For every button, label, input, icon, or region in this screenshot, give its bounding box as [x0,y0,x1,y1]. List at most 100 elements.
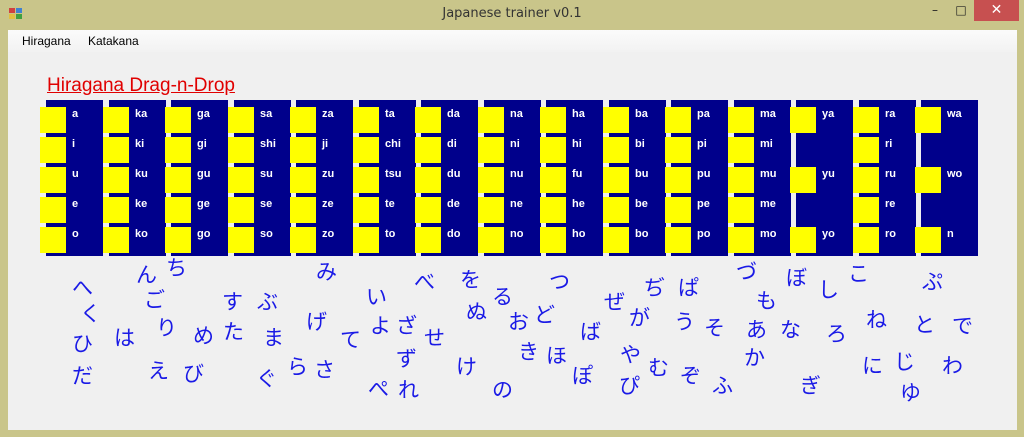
drop-slot[interactable] [290,227,316,253]
drop-slot[interactable] [478,137,504,163]
draggable-kana[interactable]: こ [848,264,869,285]
draggable-kana[interactable]: う [674,312,695,333]
drop-slot[interactable] [915,107,941,133]
draggable-kana[interactable]: ぺ [368,379,389,400]
drop-slot[interactable] [790,107,816,133]
drop-slot[interactable] [853,227,879,253]
draggable-kana[interactable]: つ [549,272,570,293]
draggable-kana[interactable]: ら [287,357,308,378]
drop-slot[interactable] [40,107,66,133]
drop-slot[interactable] [665,137,691,163]
draggable-kana[interactable]: ぽ [572,366,593,387]
draggable-kana[interactable]: れ [398,380,419,401]
draggable-kana[interactable]: ぶ [257,292,278,313]
drop-slot[interactable] [603,167,629,193]
drop-slot[interactable] [290,197,316,223]
draggable-kana[interactable]: ほ [546,346,567,367]
draggable-kana[interactable]: く [80,304,101,325]
drop-slot[interactable] [728,197,754,223]
drop-slot[interactable] [228,227,254,253]
drop-slot[interactable] [415,197,441,223]
drop-slot[interactable] [415,227,441,253]
draggable-kana[interactable]: さ [314,360,335,381]
drop-slot[interactable] [665,107,691,133]
draggable-kana[interactable]: ま [263,328,284,349]
draggable-kana[interactable]: み [316,262,337,283]
drop-slot[interactable] [540,137,566,163]
draggable-kana[interactable]: る [492,287,513,308]
draggable-kana[interactable]: お [508,312,529,333]
draggable-kana[interactable]: ん [136,265,157,286]
drop-slot[interactable] [540,197,566,223]
drop-slot[interactable] [228,107,254,133]
draggable-kana[interactable]: び [183,364,204,385]
drop-slot[interactable] [603,197,629,223]
draggable-kana[interactable]: を [460,270,481,291]
draggable-kana[interactable]: ぬ [466,302,487,323]
drop-slot[interactable] [415,137,441,163]
drop-slot[interactable] [103,167,129,193]
draggable-kana[interactable]: ふ [712,376,733,397]
draggable-kana[interactable]: て [340,330,361,351]
draggable-kana[interactable]: ぜ [604,292,625,313]
draggable-kana[interactable]: ぼ [786,268,807,289]
draggable-kana[interactable]: な [780,320,801,341]
draggable-kana[interactable]: ゆ [900,383,921,404]
draggable-kana[interactable]: が [629,308,650,329]
draggable-kana[interactable]: し [818,280,839,301]
draggable-kana[interactable]: ぞ [680,366,701,387]
draggable-kana[interactable]: ぢ [644,278,665,299]
drop-slot[interactable] [353,137,379,163]
drop-slot[interactable] [603,137,629,163]
menu-katakana[interactable]: Katakana [88,34,139,48]
drop-slot[interactable] [853,107,879,133]
draggable-kana[interactable]: い [366,287,387,308]
drop-slot[interactable] [290,137,316,163]
draggable-kana[interactable]: か [744,348,765,369]
draggable-kana[interactable]: り [156,318,177,339]
drop-slot[interactable] [165,197,191,223]
drop-slot[interactable] [290,107,316,133]
drop-slot[interactable] [228,197,254,223]
drop-slot[interactable] [228,167,254,193]
drop-slot[interactable] [728,137,754,163]
draggable-kana[interactable]: け [456,357,477,378]
drop-slot[interactable] [665,227,691,253]
draggable-kana[interactable]: に [862,356,883,377]
menu-hiragana[interactable]: Hiragana [22,34,71,48]
draggable-kana[interactable]: ぎ [800,376,821,397]
draggable-kana[interactable]: は [114,328,135,349]
drop-slot[interactable] [915,167,941,193]
drop-slot[interactable] [853,167,879,193]
drop-slot[interactable] [353,197,379,223]
drop-slot[interactable] [353,167,379,193]
draggable-kana[interactable]: そ [704,318,725,339]
draggable-kana[interactable]: む [648,358,669,379]
draggable-kana[interactable]: へ [72,278,93,299]
drop-slot[interactable] [103,137,129,163]
draggable-kana[interactable]: づ [736,262,757,283]
drop-slot[interactable] [665,167,691,193]
draggable-kana[interactable]: ば [580,322,601,343]
draggable-kana[interactable]: よ [370,316,391,337]
draggable-kana[interactable]: ざ [396,316,417,337]
drop-slot[interactable] [165,107,191,133]
draggable-kana[interactable]: き [518,342,539,363]
drop-slot[interactable] [228,137,254,163]
maximize-button[interactable]: □ [948,0,974,21]
drop-slot[interactable] [415,167,441,193]
drop-slot[interactable] [728,167,754,193]
drop-slot[interactable] [103,107,129,133]
draggable-kana[interactable]: わ [942,356,963,377]
draggable-kana[interactable]: す [222,292,243,313]
drop-slot[interactable] [353,227,379,253]
drop-slot[interactable] [103,197,129,223]
draggable-kana[interactable]: せ [424,328,445,349]
draggable-kana[interactable]: で [952,316,973,337]
draggable-kana[interactable]: ぷ [922,272,943,293]
draggable-kana[interactable]: あ [746,320,767,341]
draggable-kana[interactable]: ひ [72,334,93,355]
drop-slot[interactable] [540,227,566,253]
close-button[interactable]: ✕ [974,0,1019,21]
draggable-kana[interactable]: と [914,315,935,336]
